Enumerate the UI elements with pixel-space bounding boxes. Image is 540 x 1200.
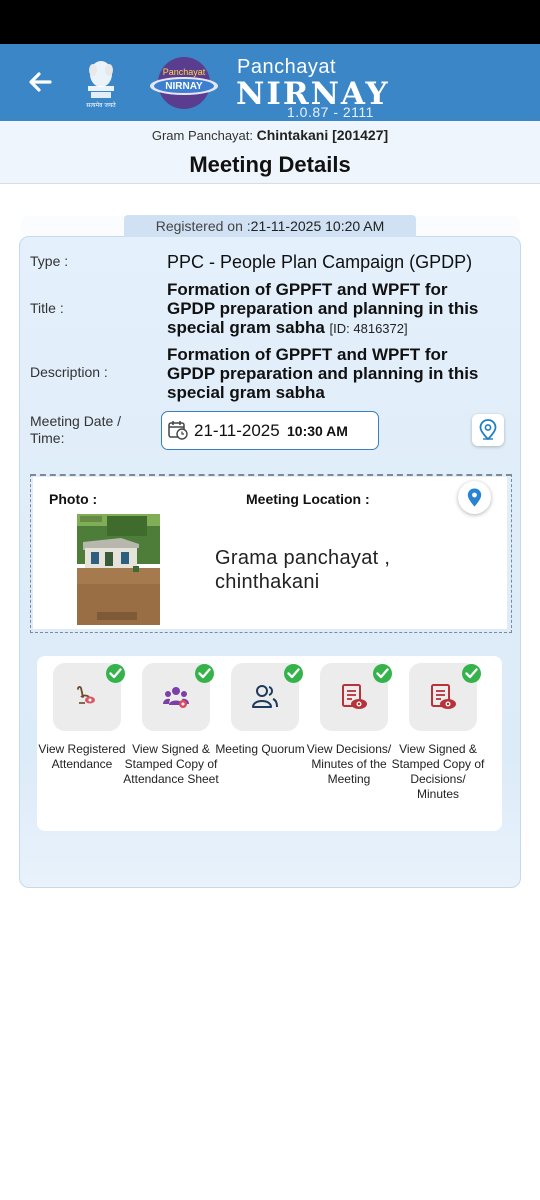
check-icon (106, 664, 125, 683)
description-label: Description : (30, 364, 108, 380)
check-icon (462, 664, 481, 683)
gram-panchayat-value: Chintakani [201427] (256, 127, 389, 143)
registered-label: Registered on : (155, 218, 251, 234)
meeting-photo[interactable] (77, 514, 160, 625)
meeting-location-text: Grama panchayat , chinthakani (215, 547, 391, 593)
meeting-date: 21-11-2025 (194, 421, 280, 440)
meeting-location-label: Meeting Location : (246, 491, 370, 507)
title-value: Formation of GPPFT and WPFT for GPDP pre… (167, 280, 479, 337)
group-icon (163, 687, 189, 708)
action-label: View Decisions/ Minutes of the Meeting (306, 742, 392, 786)
logo-text-top: Panchayat (163, 67, 206, 77)
gram-panchayat-line: Gram Panchayat: Chintakani [201427] (0, 127, 540, 143)
check-icon (284, 664, 303, 683)
type-value: PPC - People Plan Campaign (GPDP) (167, 252, 473, 272)
meeting-datetime-field: 21-11-2025 10:30 AM (161, 411, 379, 450)
panchayat-nirnay-logo: Panchayat NIRNAY (148, 56, 220, 110)
registered-value: 21-11-2025 10:20 AM (250, 218, 385, 234)
meeting-time: 10:30 AM (287, 423, 348, 439)
quorum-icon (252, 685, 278, 708)
document-view-icon (431, 684, 456, 709)
meeting-datetime-label: Meeting Date / Time: (30, 413, 122, 446)
type-label: Type : (30, 253, 69, 269)
map-pin-outline-icon (479, 419, 497, 441)
title-label: Title : (30, 300, 64, 316)
action-label: View Signed & Stamped Copy of Decisions/… (391, 742, 485, 801)
status-bar (0, 0, 540, 44)
title-value-block: Formation of GPPFT and WPFT for GPDP pre… (167, 280, 497, 338)
photo-label: Photo : (49, 491, 98, 507)
app-bar: सत्यमेव जयते Panchayat NIRNAY Panchayat … (0, 44, 540, 121)
back-arrow-icon[interactable] (24, 66, 56, 98)
map-pin-button[interactable] (472, 414, 504, 446)
title-id: [ID: 4816372] (329, 321, 408, 336)
emblem-caption: सत्यमेव जयते (86, 101, 116, 109)
gram-panchayat-label: Gram Panchayat: (151, 128, 254, 143)
attendance-icon (77, 686, 95, 704)
location-pin-button[interactable] (458, 481, 491, 514)
registered-on-tab: Registered on :21-11-2025 10:20 AM (124, 215, 416, 237)
national-emblem-icon: सत्यमेव जयते (84, 56, 118, 110)
location-pin-icon (467, 488, 482, 507)
check-icon (373, 664, 392, 683)
check-icon (195, 664, 214, 683)
gram-panchayat-strip: Gram Panchayat: Chintakani [201427] Meet… (0, 121, 540, 184)
description-value: Formation of GPPFT and WPFT for GPDP pre… (167, 345, 479, 402)
document-view-icon (342, 684, 367, 709)
action-label: View Signed & Stamped Copy of Attendance… (123, 742, 219, 786)
page-title: Meeting Details (189, 152, 351, 177)
logo-text-main: NIRNAY (165, 81, 203, 92)
app-version: 1.0.87 - 2111 (287, 104, 374, 120)
action-label: Meeting Quorum (215, 742, 305, 756)
action-label: View Registered Attendance (38, 742, 126, 771)
calendar-clock-icon (168, 420, 188, 440)
